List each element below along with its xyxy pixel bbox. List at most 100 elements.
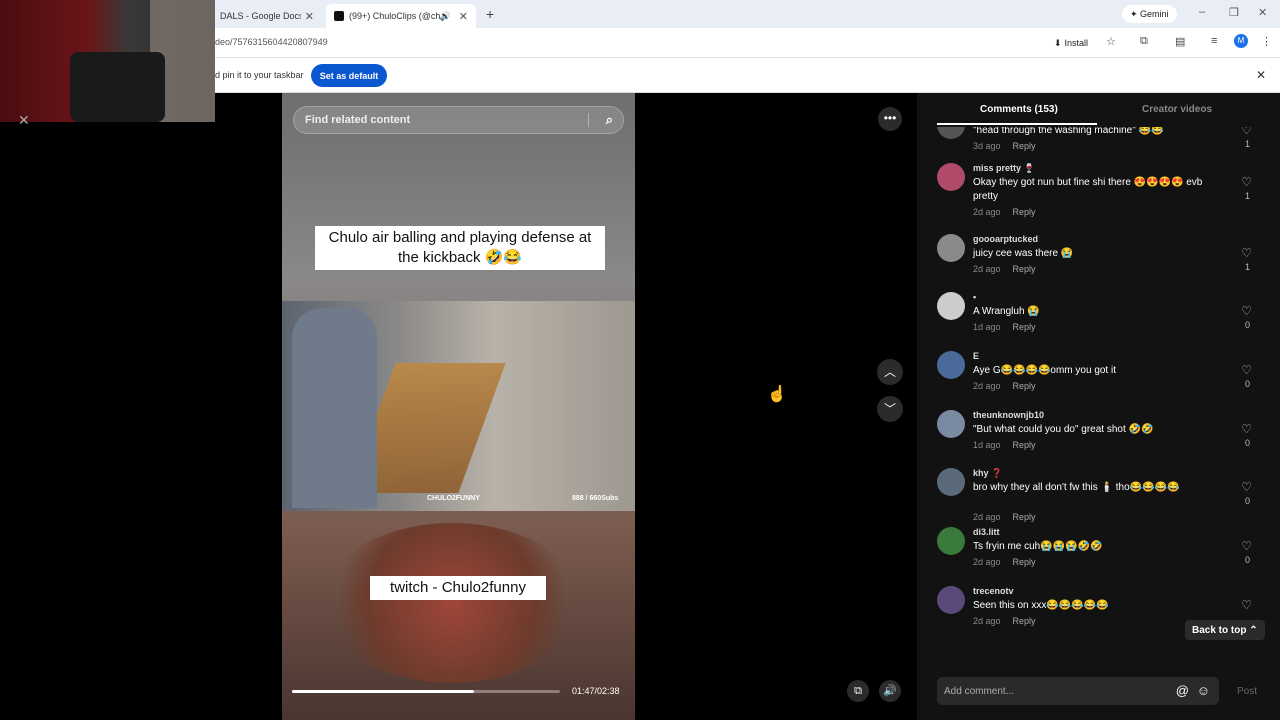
extensions-icon[interactable]: ⧉ <box>1140 35 1148 48</box>
comment-username[interactable]: trecenotv <box>973 586 1014 596</box>
back-to-top-label: Back to top <box>1192 624 1247 636</box>
reply-button[interactable]: Reply <box>1013 207 1036 217</box>
comment-time: 1d ago <box>973 322 1001 332</box>
chevron-up-icon[interactable]: ︿ <box>877 359 903 385</box>
comment-time: 2d ago <box>973 264 1001 274</box>
heart-icon[interactable]: ♡ <box>1241 422 1252 436</box>
comment-username[interactable]: E <box>973 351 979 361</box>
heart-icon[interactable]: ♡ <box>1241 304 1252 318</box>
reply-button[interactable]: Reply <box>1013 440 1036 450</box>
gemini-label: Gemini <box>1140 9 1169 19</box>
heart-icon[interactable]: ♡ <box>1241 363 1252 377</box>
progress-bar[interactable] <box>292 690 560 693</box>
comment-time: 2d ago <box>973 207 1001 217</box>
url-text[interactable]: deo/7576315604420807949 <box>215 37 328 47</box>
reply-button[interactable]: Reply <box>1013 616 1036 626</box>
close-icon[interactable]: ✕ <box>18 112 30 129</box>
back-to-top-button[interactable]: Back to top ⌃ <box>1185 620 1265 640</box>
add-comment-input[interactable]: Add comment... @ ☺ <box>937 677 1219 705</box>
more-icon[interactable]: ••• <box>878 107 902 131</box>
search-input[interactable]: Find related content ⌕ <box>293 106 624 134</box>
reply-button[interactable]: Reply <box>1013 381 1036 391</box>
tab-label: (99+) ChuloClips (@chulo_c <box>349 11 440 21</box>
gemini-button[interactable]: ✦ Gemini <box>1122 5 1177 23</box>
screen: DALS - Google Docs ✕ (99+) ChuloClips (@… <box>0 0 1280 720</box>
comment-meta: 2d ago Reply <box>973 616 1036 626</box>
comment-time: 2d ago <box>973 512 1001 522</box>
install-button[interactable]: ⬇ Install <box>1048 34 1094 52</box>
emoji-icon[interactable]: ☺ <box>1197 683 1210 698</box>
add-comment-placeholder: Add comment... <box>944 685 1015 697</box>
avatar[interactable] <box>937 234 965 262</box>
tab-creator-videos[interactable]: Creator videos <box>1142 104 1212 115</box>
comment-username[interactable]: theunknownjb10 <box>973 410 1044 420</box>
pip-icon[interactable]: ⧉ <box>847 680 869 702</box>
avatar[interactable] <box>937 163 965 191</box>
mention-icon[interactable]: @ <box>1176 683 1189 698</box>
comment-meta: 2d ago Reply <box>973 512 1036 522</box>
minimize-icon[interactable]: – <box>1199 6 1205 18</box>
tab-tiktok[interactable]: (99+) ChuloClips (@chulo_c 🔊 ✕ <box>326 4 476 28</box>
comment-username[interactable]: • <box>973 292 976 302</box>
chevron-down-icon[interactable]: ﹀ <box>877 396 903 422</box>
reply-button[interactable]: Reply <box>1013 141 1036 151</box>
avatar[interactable] <box>937 410 965 438</box>
progress-fill <box>292 690 475 693</box>
video-watermark: CHULO2FUNNY <box>427 495 480 502</box>
restore-icon[interactable]: ❐ <box>1229 6 1239 19</box>
tab-comments[interactable]: Comments (153) <box>980 104 1058 115</box>
heart-icon[interactable]: ♡ <box>1241 246 1252 260</box>
video-caption: twitch - Chulo2funny <box>370 576 546 600</box>
close-icon[interactable]: ✕ <box>459 10 468 23</box>
heart-icon[interactable]: ♡ <box>1241 480 1252 494</box>
sidepanel-icon[interactable]: ▤ <box>1175 35 1185 48</box>
close-icon[interactable]: ✕ <box>1256 68 1266 82</box>
post-button[interactable]: Post <box>1237 686 1257 697</box>
avatar[interactable] <box>937 527 965 555</box>
heart-icon[interactable]: ♡ <box>1241 175 1252 189</box>
reply-button[interactable]: Reply <box>1013 512 1036 522</box>
comment-text: Okay they got nun but fine shi there 😍😍😍… <box>973 177 1203 202</box>
like-count: 0 <box>1244 438 1250 448</box>
like-count: 1 <box>1244 139 1250 149</box>
like-count: 0 <box>1244 496 1250 506</box>
comment-username[interactable]: miss pretty 🍷 <box>973 163 1035 174</box>
active-tab-indicator <box>937 123 1097 125</box>
like-count: 1 <box>1244 262 1250 272</box>
speaker-icon[interactable]: 🔊 <box>440 11 451 22</box>
avatar[interactable] <box>937 351 965 379</box>
comment-time: 2d ago <box>973 557 1001 567</box>
comment-username[interactable]: di3.litt <box>973 527 1000 537</box>
like-count: 0 <box>1244 320 1250 330</box>
comment-meta: 1d ago Reply <box>973 440 1036 450</box>
avatar[interactable] <box>937 586 965 614</box>
reply-button[interactable]: Reply <box>1013 322 1036 332</box>
like-count: 1 <box>1244 191 1250 201</box>
comment-time: 1d ago <box>973 440 1001 450</box>
tab-google-docs[interactable]: DALS - Google Docs ✕ <box>212 4 322 28</box>
heart-icon[interactable]: ♡ <box>1241 127 1252 137</box>
reply-button[interactable]: Reply <box>1013 264 1036 274</box>
comment-text: Ts fryin me cuh😭😭😭🤣🤣 <box>973 541 1103 552</box>
comment-list: "head through the washing machine" 😂😂 3d … <box>917 127 1280 672</box>
comment-username[interactable]: khy ❓ <box>973 468 1002 479</box>
menu-icon[interactable]: ⋮ <box>1261 35 1272 48</box>
comment-username[interactable]: goooarptucked <box>973 234 1038 244</box>
video-player[interactable]: Find related content ⌕ Chulo air balling… <box>282 93 635 720</box>
search-icon[interactable]: ⌕ <box>606 112 613 128</box>
heart-icon[interactable]: ♡ <box>1241 539 1252 553</box>
profile-avatar[interactable]: M <box>1234 34 1248 48</box>
tab-search-icon[interactable]: ≡ <box>1211 35 1217 47</box>
avatar[interactable] <box>937 292 965 320</box>
set-default-button[interactable]: Set as default <box>311 64 387 87</box>
new-tab-button[interactable]: + <box>486 6 494 22</box>
close-window-icon[interactable]: ✕ <box>1258 6 1267 19</box>
heart-icon[interactable]: ♡ <box>1241 598 1252 612</box>
star-icon[interactable]: ☆ <box>1106 35 1116 48</box>
volume-icon[interactable]: 🔊 <box>879 680 901 702</box>
reply-button[interactable]: Reply <box>1013 557 1036 567</box>
comment-time: 2d ago <box>973 381 1001 391</box>
close-icon[interactable]: ✕ <box>305 10 314 23</box>
avatar[interactable] <box>937 468 965 496</box>
avatar[interactable] <box>937 127 965 139</box>
